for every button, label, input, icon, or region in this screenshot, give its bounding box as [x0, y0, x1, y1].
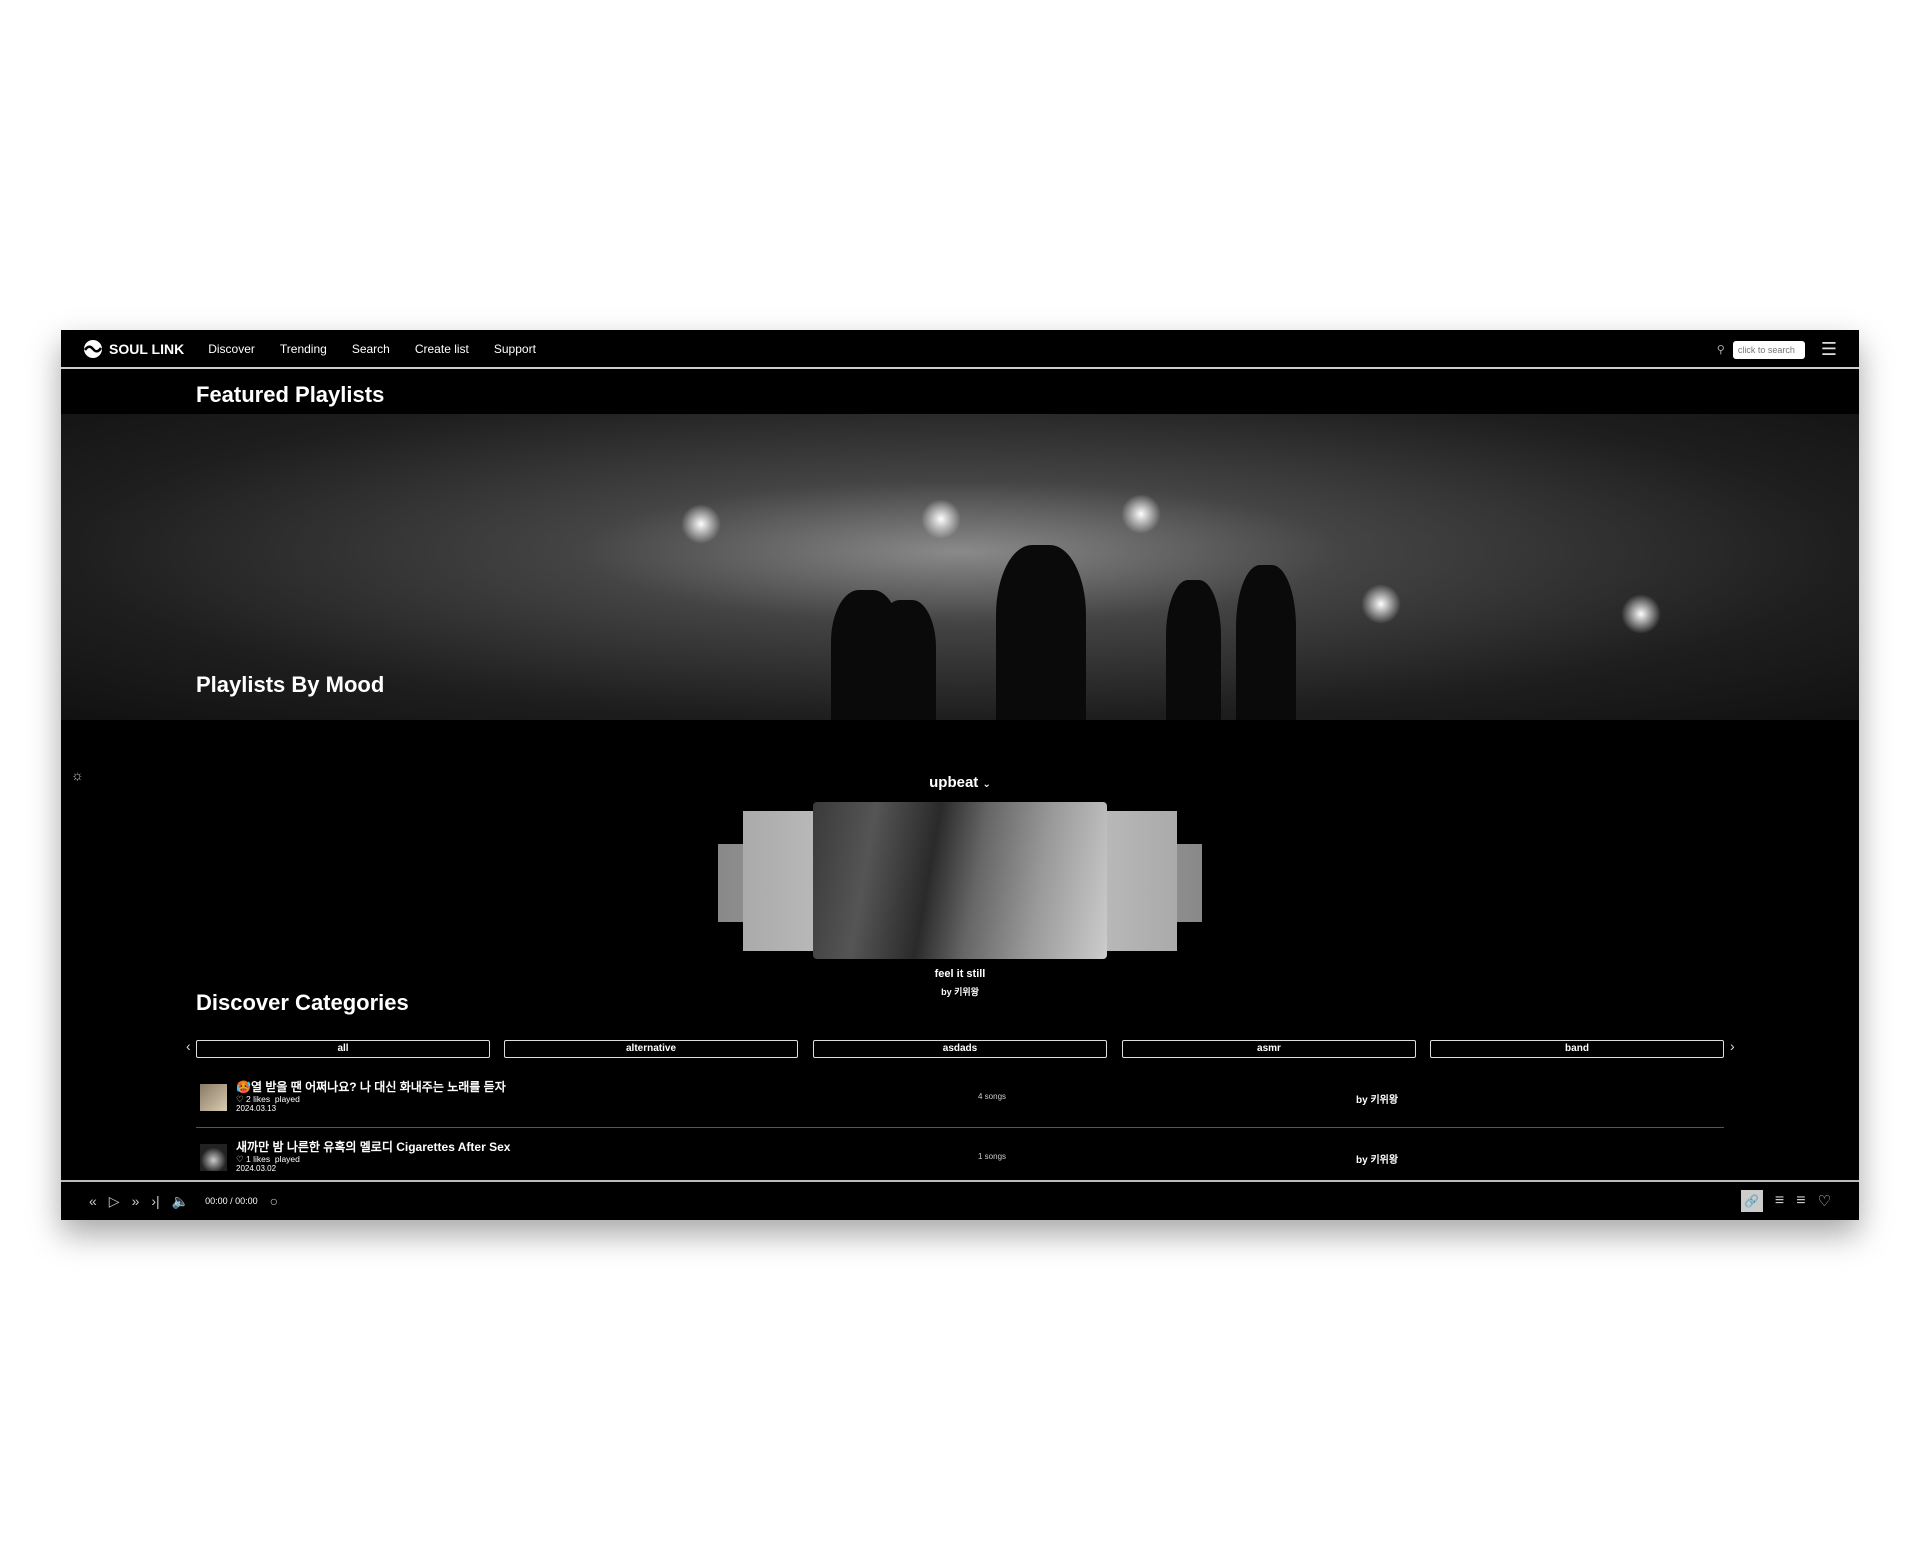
- list-icon[interactable]: ≡: [1775, 1192, 1784, 1210]
- search-icon[interactable]: ⚲: [1717, 343, 1725, 356]
- played-label: played: [274, 1154, 300, 1164]
- category-tabs: ‹ all alternative asdads asmr band ›: [186, 1038, 1735, 1058]
- category-asmr[interactable]: asmr: [1122, 1040, 1416, 1058]
- rewind-icon[interactable]: «: [89, 1193, 97, 1209]
- category-asdads[interactable]: asdads: [813, 1040, 1107, 1058]
- song-count: 1 songs: [978, 1152, 1007, 1161]
- fast-forward-icon[interactable]: »: [132, 1193, 140, 1209]
- logo[interactable]: SOUL LINK: [83, 339, 184, 359]
- carousel-card-active[interactable]: [813, 802, 1107, 959]
- brand-name: SOUL LINK: [109, 340, 185, 357]
- logo-icon: [83, 339, 103, 358]
- playlist-thumbnail: [200, 1144, 227, 1171]
- nav-support[interactable]: Support: [494, 342, 536, 356]
- category-all[interactable]: all: [196, 1040, 490, 1058]
- category-band[interactable]: band: [1430, 1040, 1724, 1058]
- heart-icon[interactable]: ♡: [236, 1154, 244, 1164]
- menu-icon[interactable]: ☰: [1821, 339, 1837, 360]
- nav-search[interactable]: Search: [352, 342, 390, 356]
- play-icon[interactable]: ▷: [109, 1193, 120, 1210]
- featured-title: Featured Playlists: [196, 382, 385, 407]
- player-bar: « ▷ » ›| 🔈 00:00 / 00:00 ○ 🔗 ≡ ≡ ♡: [61, 1180, 1859, 1220]
- heart-icon[interactable]: ♡: [236, 1094, 244, 1104]
- top-nav: SOUL LINK Discover Trending Search Creat…: [61, 330, 1859, 369]
- mood-selected: upbeat: [929, 774, 979, 791]
- chevron-down-icon: ⌄: [982, 779, 991, 790]
- playlist-author: by 키위왕: [1356, 1155, 1399, 1166]
- playlist-title[interactable]: 새까만 밤 나른한 유혹의 멜로디 Cigarettes After Sex: [236, 1138, 510, 1155]
- playlist-thumbnail: [200, 1084, 227, 1111]
- skip-next-icon[interactable]: ›|: [151, 1193, 159, 1209]
- song-count: 4 songs: [978, 1092, 1007, 1101]
- queue-icon[interactable]: ≡: [1796, 1192, 1805, 1210]
- playlist-title[interactable]: 🥵열 받을 땐 어쩌나요? 나 대신 화내주는 노래를 듣자: [236, 1078, 506, 1095]
- playlist-date: 2024.03.02: [236, 1164, 277, 1173]
- row-divider: [196, 1127, 1724, 1128]
- likes-count: 2 likes: [246, 1094, 271, 1104]
- link-icon[interactable]: 🔗: [1740, 1190, 1763, 1212]
- nav-discover[interactable]: Discover: [208, 342, 255, 356]
- volume-icon[interactable]: 🔈: [172, 1193, 189, 1210]
- chevron-right-icon[interactable]: ›: [1730, 1038, 1735, 1054]
- playlist-date: 2024.03.13: [236, 1104, 277, 1113]
- category-alternative[interactable]: alternative: [504, 1040, 798, 1058]
- mood-dropdown[interactable]: upbeat ⌄: [61, 774, 1859, 791]
- time-display: 00:00 / 00:00: [205, 1196, 258, 1206]
- playlist-row[interactable]: 🥵열 받을 땐 어쩌나요? 나 대신 화내주는 노래를 듣자 ♡ 2 likes…: [196, 1078, 1724, 1118]
- nav-create-list[interactable]: Create list: [415, 342, 469, 356]
- playlist-row[interactable]: 새까만 밤 나른한 유혹의 멜로디 Cigarettes After Sex ♡…: [196, 1138, 1724, 1178]
- chevron-left-icon[interactable]: ‹: [186, 1038, 191, 1054]
- discover-title: Discover Categories: [196, 990, 409, 1015]
- mood-title: Playlists By Mood: [196, 672, 385, 697]
- search-input[interactable]: [1732, 340, 1805, 359]
- repeat-icon[interactable]: ○: [270, 1193, 278, 1209]
- played-label: played: [274, 1094, 300, 1104]
- nav-trending[interactable]: Trending: [280, 342, 327, 356]
- likes-count: 1 likes: [246, 1154, 271, 1164]
- heart-icon[interactable]: ♡: [1818, 1192, 1831, 1210]
- app-window: SOUL LINK Discover Trending Search Creat…: [61, 330, 1859, 1220]
- playlist-author: by 키위왕: [1356, 1095, 1399, 1106]
- card-title[interactable]: feel it still: [61, 968, 1859, 980]
